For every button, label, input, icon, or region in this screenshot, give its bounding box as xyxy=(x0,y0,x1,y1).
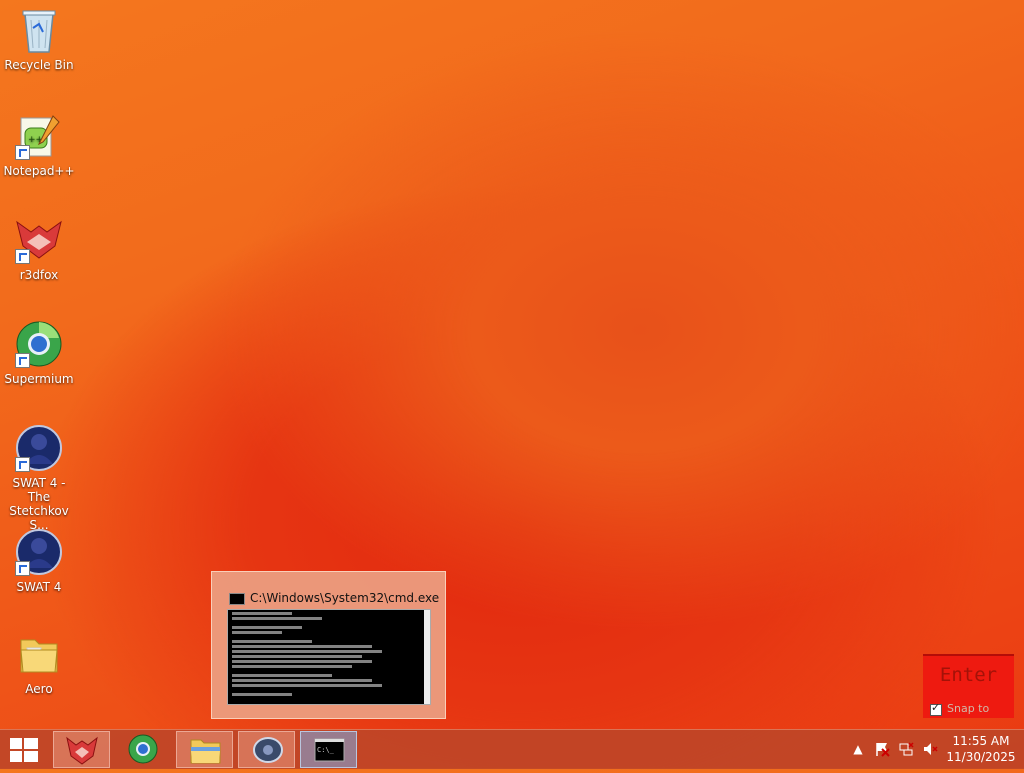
r3dfox-icon xyxy=(15,216,63,264)
taskbar-supermium[interactable] xyxy=(114,731,171,768)
clock-time: 11:55 AM xyxy=(952,734,1010,748)
cmd-icon: C:\_ xyxy=(314,738,345,762)
desktop-icon-label: Aero xyxy=(25,682,53,696)
desktop-icon-r3dfox[interactable]: r3dfox xyxy=(0,216,78,282)
shortcut-arrow-icon xyxy=(15,249,30,264)
supermium-icon xyxy=(128,734,158,764)
preview-title: C:\Windows\System32\cmd.exe xyxy=(250,591,440,605)
enter-widget[interactable]: Enter Snap to xyxy=(923,654,1014,718)
desktop-icon-supermium[interactable]: Supermium xyxy=(0,320,78,386)
supermium-icon xyxy=(15,320,63,368)
desktop-icon-recycle-bin[interactable]: Recycle Bin xyxy=(0,6,78,72)
desktop-icon-label: SWAT 4 - The Stetchkov S... xyxy=(9,476,69,532)
windows-logo-pane xyxy=(24,738,38,749)
taskbar-file-explorer[interactable] xyxy=(176,731,233,768)
swat4-icon xyxy=(15,528,63,576)
show-hidden-icons-icon[interactable]: ▲ xyxy=(850,741,866,757)
cmd-icon xyxy=(229,593,245,605)
swat4-icon xyxy=(253,737,283,763)
shortcut-arrow-icon xyxy=(15,145,30,160)
snap-to-label: Snap to xyxy=(947,702,990,715)
desktop-icon-label: SWAT 4 xyxy=(16,580,62,594)
clock[interactable]: 11:55 AM 11/30/2025 xyxy=(936,733,1024,765)
svg-text:C:\_: C:\_ xyxy=(317,746,335,754)
network-icon[interactable] xyxy=(898,741,914,757)
desktop-icon-aero[interactable]: Aero xyxy=(0,630,78,696)
windows-logo-icon xyxy=(10,738,22,749)
notepad-plus-plus-icon: ++ xyxy=(15,112,63,160)
cmd-window-preview[interactable]: C:\Windows\System32\cmd.exe xyxy=(211,571,446,719)
taskbar-swat4[interactable] xyxy=(238,731,295,768)
taskbar-r3dfox[interactable] xyxy=(53,731,110,768)
desktop-icon-label: Supermium xyxy=(4,372,74,386)
snap-to-checkbox[interactable] xyxy=(930,701,942,716)
shortcut-arrow-icon xyxy=(15,457,30,472)
clock-date: 11/30/2025 xyxy=(946,750,1016,764)
console-thumbnail xyxy=(227,609,431,705)
windows-logo-pane xyxy=(10,751,22,762)
file-explorer-icon xyxy=(190,739,221,764)
windows-logo-pane xyxy=(24,751,38,762)
shortcut-arrow-icon xyxy=(15,353,30,368)
taskbar: C:\_ xyxy=(0,729,1024,769)
start-button[interactable] xyxy=(10,738,38,762)
scrollbar xyxy=(424,610,430,704)
desktop-icon-swat4-stetchkov[interactable]: SWAT 4 - The Stetchkov S... xyxy=(0,424,78,532)
desktop-icon-notepad-plus-plus[interactable]: ++ Notepad++ xyxy=(0,112,78,178)
recycle-bin-icon xyxy=(15,6,63,54)
desktop-icon-swat4[interactable]: SWAT 4 xyxy=(0,528,78,594)
enter-label[interactable]: Enter xyxy=(923,664,1014,686)
desktop-icon-label: r3dfox xyxy=(19,268,59,282)
action-center-flag-icon[interactable] xyxy=(874,741,890,757)
taskbar-cmd[interactable]: C:\_ xyxy=(300,731,357,768)
r3dfox-icon xyxy=(66,736,98,765)
swat4-stetchkov-icon xyxy=(15,424,63,472)
folder-icon xyxy=(15,630,63,678)
desktop-icon-label: Recycle Bin xyxy=(4,58,74,72)
shortcut-arrow-icon xyxy=(15,561,30,576)
desktop-icon-label: Notepad++ xyxy=(3,164,75,178)
